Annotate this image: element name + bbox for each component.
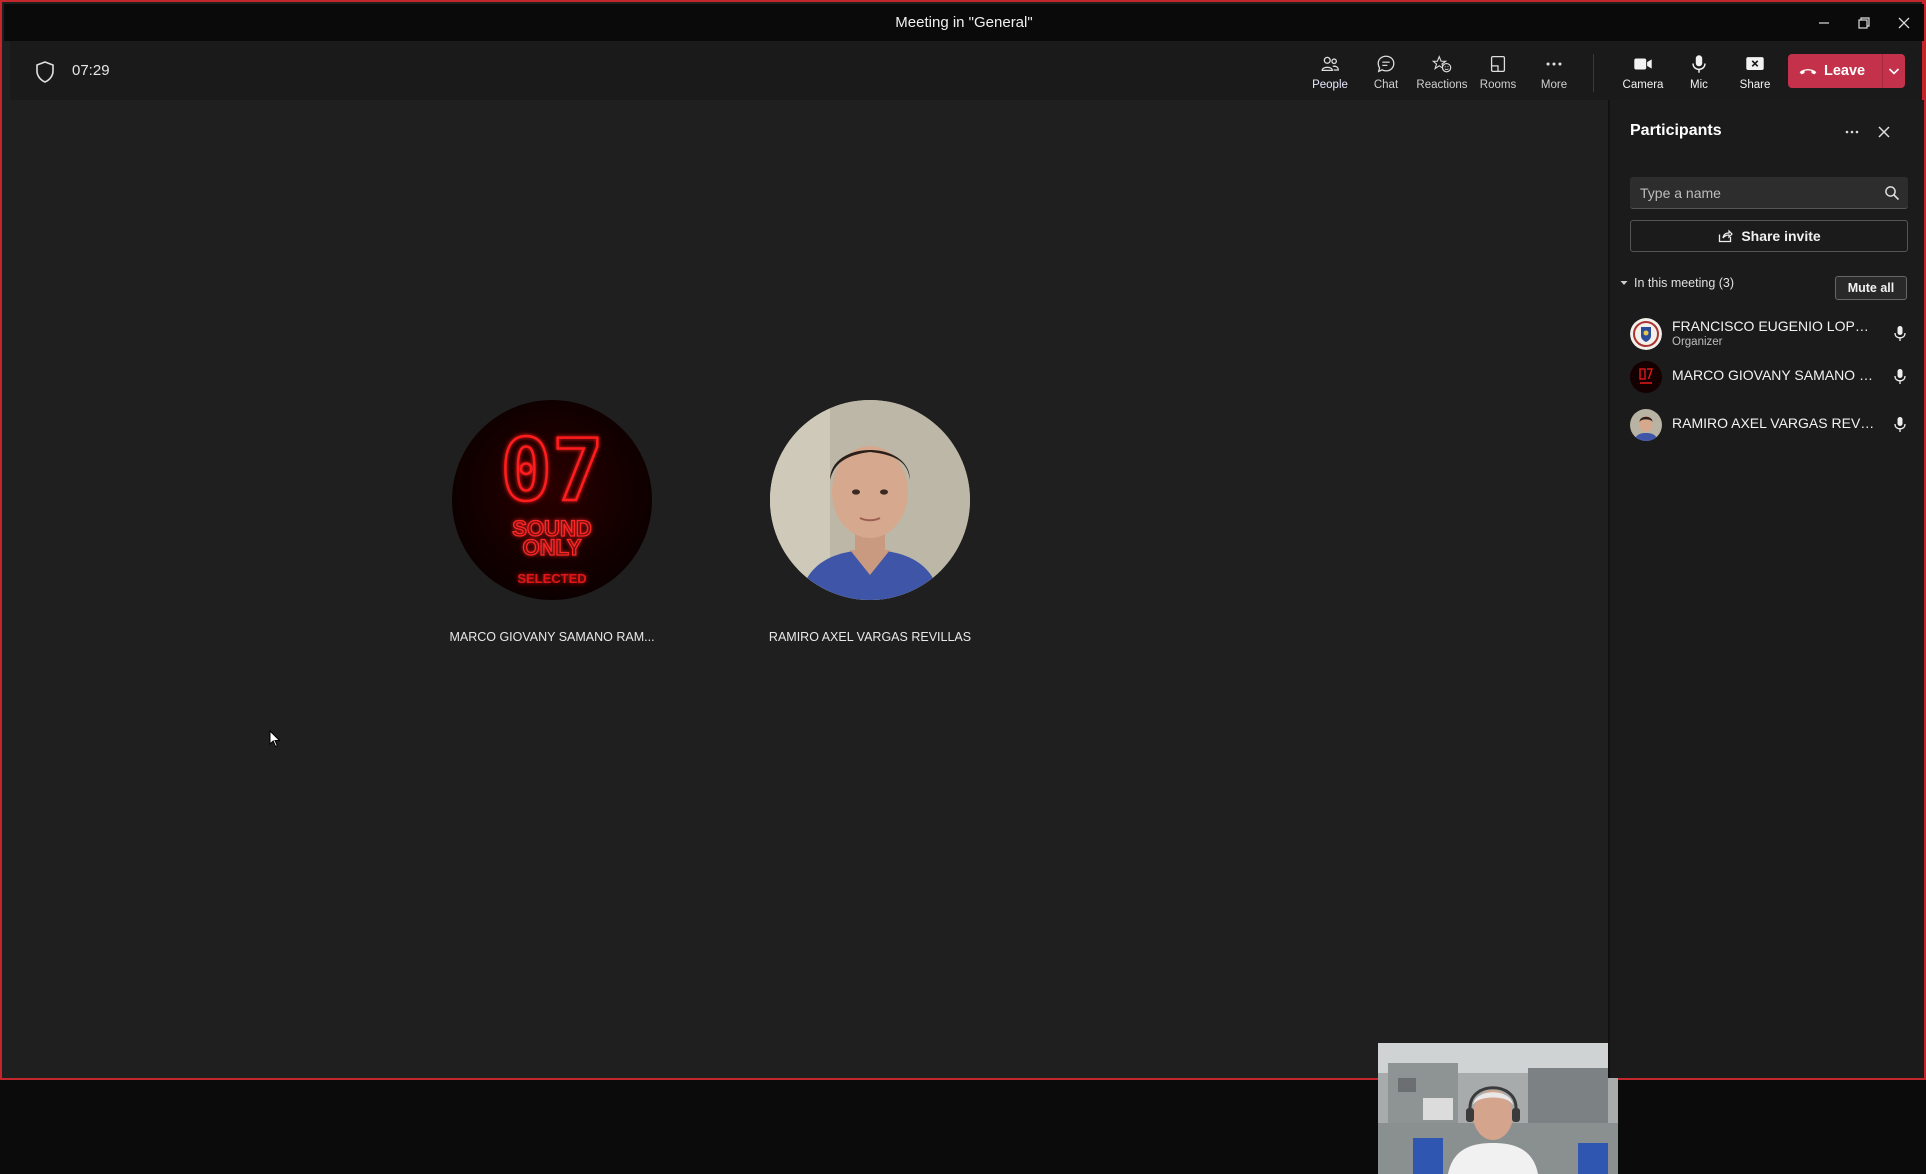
participant-name: MARCO GIOVANY SAMANO RAM... xyxy=(449,630,655,644)
avatar-line3: SELECTED xyxy=(517,571,586,586)
avatar-number: 07 xyxy=(500,421,604,521)
chat-label: Chat xyxy=(1373,79,1399,91)
participant-list-item[interactable]: RAMIRO AXEL VARGAS REVILLAS xyxy=(1630,405,1920,445)
close-icon xyxy=(1898,17,1910,28)
mic-icon xyxy=(1692,55,1706,73)
participants-panel: Participants Share invite In this meetin… xyxy=(1608,100,1924,1078)
sound-only-avatar-small xyxy=(1639,368,1653,384)
share-tray-button[interactable]: Share xyxy=(1727,51,1783,101)
leave-button[interactable]: Leave xyxy=(1788,54,1905,88)
avatar-line2: ONLY xyxy=(522,535,581,560)
window-title: Meeting in "General" xyxy=(895,14,1033,31)
mouse-cursor-icon xyxy=(269,730,281,748)
reactions-icon xyxy=(1431,55,1452,73)
participant-tile[interactable]: 07 SOUND ONLY SELECTED MARCO GIOVANY SAM… xyxy=(432,400,672,644)
close-icon[interactable] xyxy=(1874,122,1894,142)
participant-list-item[interactable]: FRANCISCO EUGENIO LOPEZ G... Organizer xyxy=(1630,314,1920,354)
participant-search-input[interactable] xyxy=(1630,177,1872,209)
participant-avatar xyxy=(1630,318,1662,350)
search-icon[interactable] xyxy=(1884,185,1900,201)
shield-icon[interactable] xyxy=(34,60,56,84)
chat-icon xyxy=(1377,55,1395,73)
more-icon xyxy=(1546,62,1562,66)
meeting-window: Meeting in "General" 07:29 People Chat R… xyxy=(0,0,1926,1174)
more-button[interactable]: More xyxy=(1526,51,1582,101)
sound-only-avatar-art: 07 SOUND ONLY SELECTED xyxy=(499,420,605,586)
mute-all-button[interactable]: Mute all xyxy=(1835,276,1907,300)
participant-role: Organizer xyxy=(1672,336,1723,348)
share-icon xyxy=(1719,229,1734,243)
camera-label: Camera xyxy=(1622,79,1664,91)
chat-button[interactable]: Chat xyxy=(1358,51,1414,101)
people-icon xyxy=(1321,56,1339,72)
title-bar: Meeting in "General" xyxy=(4,4,1924,41)
camera-button[interactable]: Camera xyxy=(1615,51,1671,101)
people-label: People xyxy=(1312,79,1348,91)
panel-title: Participants xyxy=(1630,122,1722,139)
participant-list-name: RAMIRO AXEL VARGAS REVILLAS xyxy=(1672,415,1877,431)
rooms-icon xyxy=(1490,56,1506,72)
restore-icon xyxy=(1858,16,1870,29)
share-tray-label: Share xyxy=(1739,79,1771,91)
rooms-button[interactable]: Rooms xyxy=(1470,51,1526,101)
mic-icon xyxy=(1894,369,1906,384)
mic-icon xyxy=(1894,417,1906,432)
self-video-preview[interactable] xyxy=(1378,1043,1618,1174)
meeting-stage: 07 SOUND ONLY SELECTED MARCO GIOVANY SAM… xyxy=(10,100,1618,1174)
leave-main[interactable]: Leave xyxy=(1788,54,1883,88)
window-controls xyxy=(1804,4,1924,41)
crest-avatar xyxy=(1630,318,1662,350)
participant-list-name: FRANCISCO EUGENIO LOPEZ G... xyxy=(1672,318,1877,334)
leave-label: Leave xyxy=(1824,63,1866,79)
meeting-toolbar: 07:29 People Chat Reactions Rooms More C… xyxy=(10,41,1922,103)
meeting-timer: 07:29 xyxy=(72,62,110,79)
minimize-button[interactable] xyxy=(1804,4,1844,41)
person-photo-small xyxy=(1634,416,1658,441)
hang-up-icon xyxy=(1799,69,1817,75)
participant-list-name: MARCO GIOVANY SAMANO RA... xyxy=(1672,367,1877,383)
mic-button[interactable]: Mic xyxy=(1671,51,1727,101)
participant-avatar: 07 SOUND ONLY SELECTED xyxy=(452,400,652,600)
section-label: In this meeting (3) xyxy=(1634,276,1735,290)
camera-icon xyxy=(1634,58,1652,70)
participant-search[interactable] xyxy=(1630,177,1908,209)
self-video-frame xyxy=(1378,1043,1618,1174)
close-window-button[interactable] xyxy=(1884,4,1924,41)
rooms-label: Rooms xyxy=(1479,79,1517,91)
leave-options-button[interactable] xyxy=(1883,64,1905,78)
person-photo xyxy=(770,400,970,600)
more-label: More xyxy=(1540,79,1568,91)
mic-icon xyxy=(1894,326,1906,341)
minimize-icon xyxy=(1819,21,1829,24)
reactions-label: Reactions xyxy=(1416,79,1468,91)
toolbar-divider xyxy=(1593,54,1594,92)
mic-label: Mic xyxy=(1690,79,1708,91)
chevron-down-icon xyxy=(1888,68,1900,75)
people-button[interactable]: People xyxy=(1302,51,1358,103)
panel-more-button[interactable] xyxy=(1840,120,1864,144)
share-tray-icon xyxy=(1746,57,1764,70)
in-meeting-section-toggle[interactable]: In this meeting (3) xyxy=(1620,276,1734,290)
reactions-button[interactable]: Reactions xyxy=(1414,51,1470,101)
share-invite-button[interactable]: Share invite xyxy=(1630,220,1908,252)
caret-down-icon xyxy=(1620,281,1628,285)
participant-list-item[interactable]: MARCO GIOVANY SAMANO RA... xyxy=(1630,357,1920,397)
participant-avatar xyxy=(1630,361,1662,393)
share-invite-label: Share invite xyxy=(1741,228,1821,244)
participant-tile[interactable]: RAMIRO AXEL VARGAS REVILLAS xyxy=(750,400,990,644)
participant-name: RAMIRO AXEL VARGAS REVILLAS xyxy=(768,630,972,644)
more-icon xyxy=(1845,130,1859,134)
restore-button[interactable] xyxy=(1844,4,1884,41)
participant-avatar xyxy=(1630,409,1662,441)
participant-avatar xyxy=(770,400,970,600)
